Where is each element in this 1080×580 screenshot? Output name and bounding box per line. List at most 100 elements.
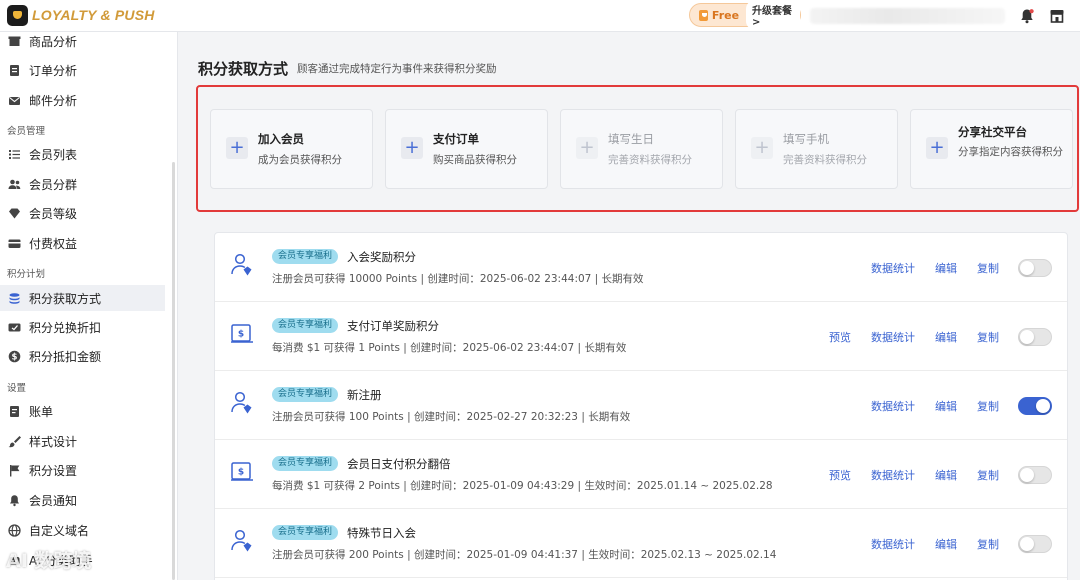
sidebar-item-label: 积分获取方式 (29, 291, 102, 306)
table-row: 会员专享福利 入会奖励积分 注册会员可获得 10000 Points | 创建时… (215, 233, 1067, 302)
sidebar-item-points-deduct-amount[interactable]: $ 积分抵扣金额 (0, 343, 165, 369)
rule-title: 新注册 (347, 388, 382, 402)
users-icon (8, 179, 21, 189)
ticket-icon (8, 323, 21, 331)
sidebar-item-label: 付费权益 (29, 236, 78, 251)
copy-link[interactable]: 复制 (977, 329, 999, 345)
list-icon (9, 149, 20, 159)
stats-link[interactable]: 数据统计 (871, 260, 915, 276)
method-card-fill-birthday: + 填写生日 完善资料获得积分 (560, 109, 723, 189)
sidebar-item-paid-benefits[interactable]: 付费权益 (0, 230, 165, 256)
enable-toggle[interactable] (1018, 535, 1052, 553)
sidebar-item-order-analysis[interactable]: 订单分析 (0, 57, 165, 83)
method-card-join-member[interactable]: + 加入会员 成为会员获得积分 (210, 109, 373, 189)
enable-toggle[interactable] (1018, 466, 1052, 484)
enable-toggle[interactable] (1018, 328, 1052, 346)
plus-icon: + (401, 137, 423, 159)
rule-description: 注册会员可获得 100 Points | 创建时间：2025-02-27 20:… (272, 411, 631, 423)
sidebar-item-email-analysis[interactable]: 邮件分析 (0, 87, 165, 113)
sidebar-item-custom-domain[interactable]: 自定义域名 (0, 517, 165, 543)
stats-link[interactable]: 数据统计 (871, 329, 915, 345)
sidebar-group-points-program: 积分计划 (7, 269, 46, 280)
sidebar-item-member-list[interactable]: 会员列表 (0, 141, 165, 167)
enable-toggle[interactable] (1018, 259, 1052, 277)
enable-toggle[interactable] (1018, 397, 1052, 415)
sidebar-item-label: 积分兑换折扣 (29, 320, 102, 335)
table-row: $ 会员专享福利 支付订单奖励积分 每消费 $1 可获得 1 Points | … (215, 302, 1067, 371)
sidebar-item-label: 样式设计 (29, 434, 78, 449)
copy-link[interactable]: 复制 (977, 398, 999, 414)
stats-link[interactable]: 数据统计 (871, 467, 915, 483)
method-description: 完善资料获得积分 (783, 154, 867, 166)
method-description: 购买商品获得积分 (433, 154, 517, 166)
sidebar-scrollbar[interactable] (172, 162, 175, 580)
sidebar-item-member-tiers[interactable]: 会员等级 (0, 200, 165, 226)
preview-link[interactable]: 预览 (829, 467, 851, 483)
svg-text:$: $ (238, 330, 244, 340)
sidebar-item-label: 会员列表 (29, 147, 78, 162)
plus-icon: + (576, 137, 598, 159)
method-card-pay-order[interactable]: + 支付订单 购买商品获得积分 (385, 109, 548, 189)
edit-link[interactable]: 编辑 (935, 536, 957, 552)
edit-link[interactable]: 编辑 (935, 398, 957, 414)
top-bar: LOYALTY & PUSH Free 升级套餐 > (0, 0, 1080, 32)
sidebar-item-label: 商品分析 (29, 34, 78, 49)
brush-icon (8, 435, 21, 447)
diamond-icon (9, 208, 20, 218)
status-badge: 会员专享福利 (272, 318, 339, 333)
sidebar-item-member-segments[interactable]: 会员分群 (0, 171, 165, 197)
rule-title: 入会奖励积分 (347, 250, 416, 264)
sidebar-item-label: 积分抵扣金额 (29, 349, 102, 364)
copy-link[interactable]: 复制 (977, 536, 999, 552)
rule-description: 每消费 $1 可获得 2 Points | 创建时间：2025-01-09 04… (272, 480, 773, 492)
rule-description: 注册会员可获得 200 Points | 创建时间：2025-01-09 04:… (272, 549, 777, 561)
plan-upgrade-pill[interactable]: Free 升级套餐 > (689, 0, 801, 30)
sidebar-item-points-settings[interactable]: 积分设置 (0, 457, 165, 483)
method-card-share-social[interactable]: + 分享社交平台 分享指定内容获得积分 (910, 109, 1073, 189)
sidebar-item-label: 会员分群 (29, 177, 78, 192)
sidebar-item-label: 自定义域名 (29, 523, 90, 538)
plus-icon: + (751, 137, 773, 159)
store-icon[interactable] (1048, 7, 1066, 25)
status-badge: 会员专享福利 (272, 387, 339, 402)
app-logo (7, 5, 28, 26)
sidebar-item-member-notifications[interactable]: 会员通知 (0, 487, 165, 513)
stats-link[interactable]: 数据统计 (871, 398, 915, 414)
edit-link[interactable]: 编辑 (935, 329, 957, 345)
sidebar-group-settings: 设置 (7, 383, 27, 394)
preview-link[interactable]: 预览 (829, 329, 851, 345)
method-title: 填写生日 (608, 132, 654, 146)
blurred-account-info (810, 8, 1005, 24)
sidebar-item-points-redeem-discount[interactable]: 积分兑换折扣 (0, 314, 165, 340)
sidebar-item-billing[interactable]: 账单 (0, 398, 165, 424)
copy-link[interactable]: 复制 (977, 260, 999, 276)
method-card-fill-phone: + 填写手机 完善资料获得积分 (735, 109, 898, 189)
sidebar-group-member-management: 会员管理 (7, 126, 46, 137)
order-reward-icon: $ (231, 462, 253, 481)
notification-bell-icon[interactable] (1018, 7, 1036, 25)
sidebar-item-label: 积分设置 (29, 463, 78, 478)
order-reward-icon: $ (231, 324, 253, 343)
sidebar-item-product-analysis[interactable]: 商品分析 (0, 32, 165, 54)
box-icon (8, 36, 21, 46)
svg-text:$: $ (238, 468, 244, 478)
sidebar-item-label: 会员等级 (29, 206, 78, 221)
sidebar-item-style-design[interactable]: 样式设计 (0, 428, 165, 454)
page-title: 积分获取方式 (198, 60, 289, 78)
method-title: 填写手机 (783, 132, 829, 146)
status-badge: 会员专享福利 (272, 525, 339, 540)
sidebar-item-label: 订单分析 (29, 63, 78, 78)
stats-link[interactable]: 数据统计 (871, 536, 915, 552)
copy-link[interactable]: 复制 (977, 467, 999, 483)
sidebar-item-points-earning[interactable]: 积分获取方式 (0, 285, 165, 311)
upgrade-plan-button[interactable]: 升级套餐 > (746, 0, 800, 30)
edit-link[interactable]: 编辑 (935, 467, 957, 483)
brand-name: LOYALTY & PUSH (32, 7, 155, 23)
edit-link[interactable]: 编辑 (935, 260, 957, 276)
method-description: 成为会员获得积分 (258, 154, 342, 166)
user-reward-icon (231, 253, 252, 276)
document-icon (10, 64, 19, 76)
sidebar-item-label: 账单 (29, 404, 54, 419)
sidebar-item-label: 邮件分析 (29, 93, 78, 108)
flag-icon (10, 464, 20, 476)
